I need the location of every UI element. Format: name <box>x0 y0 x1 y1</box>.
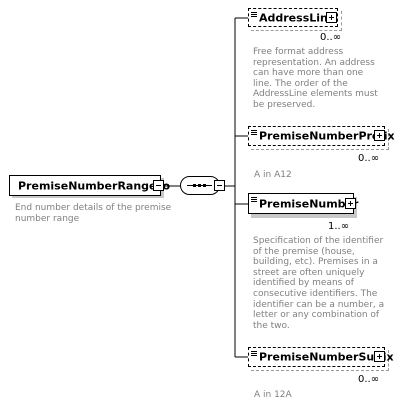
element-icon <box>251 12 257 18</box>
collapse-sequence-toggle[interactable] <box>214 180 225 191</box>
root-element-box[interactable]: PremiseNumberRangeTo <box>9 175 170 196</box>
element-doc: Free format address representation. An a… <box>253 47 378 110</box>
element-name: AddressLine <box>259 11 336 24</box>
element-premisenumberprefix[interactable]: PremiseNumberPrefix <box>248 126 395 146</box>
expand-premisenumberprefix-toggle[interactable] <box>374 130 385 141</box>
occurrence-label: 0..∞ <box>358 153 380 164</box>
root-element-doc: End number details of the premise number… <box>15 203 172 224</box>
element-doc: A in A12 <box>254 170 292 180</box>
element-doc: A in 12A <box>254 390 292 400</box>
element-premisenumber[interactable]: PremiseNumber <box>248 193 358 214</box>
element-doc: Specification of the identifier of the p… <box>253 236 385 331</box>
root-element-name: PremiseNumberRangeTo <box>18 179 171 192</box>
element-premisenumbersuffix[interactable]: PremiseNumberSuffix <box>248 347 394 367</box>
element-icon <box>251 130 257 136</box>
expand-addressline-toggle[interactable] <box>326 12 337 23</box>
collapse-root-toggle[interactable] <box>153 180 164 191</box>
element-icon <box>251 197 257 203</box>
expand-premisenumber-toggle[interactable] <box>345 198 356 209</box>
expand-premisenumbersuffix-toggle[interactable] <box>374 351 385 362</box>
occurrence-label: 0..∞ <box>320 32 342 43</box>
occurrence-label: 0..∞ <box>358 374 380 385</box>
occurrence-label: 1..∞ <box>328 221 350 232</box>
element-name: PremiseNumber <box>259 197 359 210</box>
element-addressline[interactable]: AddressLine <box>248 8 338 27</box>
element-icon <box>251 351 257 357</box>
